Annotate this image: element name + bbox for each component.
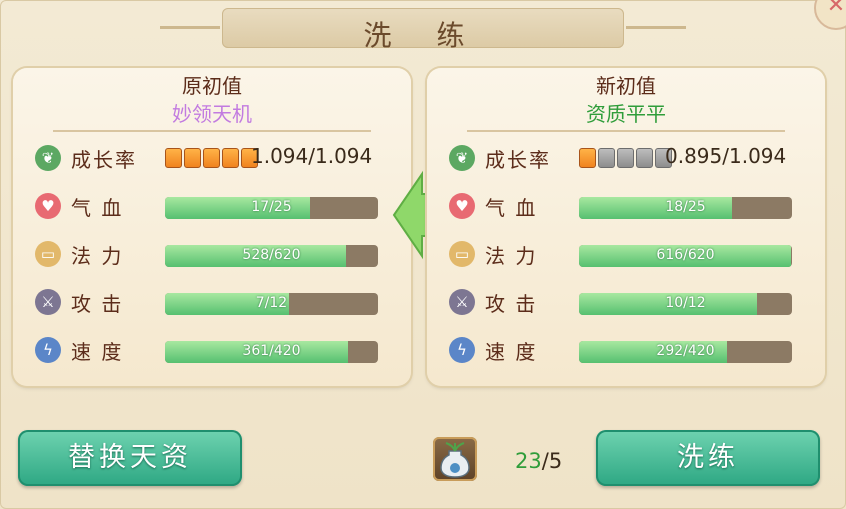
stat-label: 速 度 — [71, 340, 124, 364]
growth-pip-empty — [617, 148, 634, 168]
growth-pip-filled — [222, 148, 239, 168]
stat-bar: 10/12 — [579, 293, 792, 315]
stat-row-hp: ♥ 气 血 17/25 — [35, 192, 395, 222]
stat-bar: 616/620 — [579, 245, 792, 267]
panel-subtitle: 妙领天机 — [172, 102, 252, 126]
lightning-icon: ϟ — [35, 337, 61, 363]
growth-row: ❦ 成长率 1.094/1.094 — [35, 144, 395, 174]
title-plate: 洗 练 — [160, 8, 686, 52]
stat-value: 10/12 — [665, 295, 706, 311]
divider — [53, 130, 371, 132]
scroll-icon: ▭ — [35, 241, 61, 267]
count-separator: / — [541, 449, 549, 473]
stat-label: 气 血 — [485, 196, 538, 220]
stat-row-mp: ▭ 法 力 616/620 — [449, 240, 809, 270]
stat-value: 17/25 — [251, 199, 292, 215]
material-count: 23/5 — [515, 449, 562, 473]
stat-row-atk: ⚔ 攻 击 10/12 — [449, 288, 809, 318]
growth-pip-filled — [579, 148, 596, 168]
divider — [467, 130, 785, 132]
growth-label: 成长率 — [71, 148, 137, 172]
stat-label: 法 力 — [485, 244, 538, 268]
stat-value: 616/620 — [656, 247, 715, 263]
growth-pip-filled — [203, 148, 220, 168]
stat-row-mp: ▭ 法 力 528/620 — [35, 240, 395, 270]
stat-value: 361/420 — [242, 343, 301, 359]
stat-label: 攻 击 — [71, 292, 124, 316]
heart-icon: ♥ — [35, 193, 61, 219]
stat-label: 攻 击 — [485, 292, 538, 316]
original-values-panel: 原初值 妙领天机 ❦ 成长率 1.094/1.094 ♥ 气 血 17/25 ▭… — [13, 68, 411, 386]
stat-bar: 18/25 — [579, 197, 792, 219]
new-values-panel: 新初值 资质平平 ❦ 成长率 0.895/1.094 ♥ 气 血 18/25 ▭… — [427, 68, 825, 386]
material-have: 23 — [515, 449, 542, 473]
growth-pip-filled — [184, 148, 201, 168]
heart-icon: ♥ — [449, 193, 475, 219]
stat-label: 气 血 — [71, 196, 124, 220]
growth-pip-empty — [636, 148, 653, 168]
dialog-title: 洗 练 — [363, 19, 483, 52]
stat-bar: 17/25 — [165, 197, 378, 219]
stat-value: 18/25 — [665, 199, 706, 215]
growth-label: 成长率 — [485, 148, 551, 172]
stat-row-spd: ϟ 速 度 361/420 — [35, 336, 395, 366]
panel-subtitle: 资质平平 — [586, 102, 666, 126]
stat-bar: 7/12 — [165, 293, 378, 315]
replace-talent-button[interactable]: 替换天资 — [18, 430, 242, 486]
refine-button[interactable]: 洗练 — [596, 430, 820, 486]
stat-row-hp: ♥ 气 血 18/25 — [449, 192, 809, 222]
stat-label: 法 力 — [71, 244, 124, 268]
growth-row: ❦ 成长率 0.895/1.094 — [449, 144, 809, 174]
stat-label: 速 度 — [485, 340, 538, 364]
growth-value: 0.895/1.094 — [665, 144, 787, 168]
stat-value: 7/12 — [255, 295, 288, 311]
growth-pip-empty — [598, 148, 615, 168]
panel-title: 新初值 — [596, 74, 656, 98]
stat-row-atk: ⚔ 攻 击 7/12 — [35, 288, 395, 318]
scroll-icon: ▭ — [449, 241, 475, 267]
growth-pip-filled — [165, 148, 182, 168]
stat-value: 292/420 — [656, 343, 715, 359]
sword-icon: ⚔ — [449, 289, 475, 315]
sprout-icon: ❦ — [449, 145, 475, 171]
lightning-icon: ϟ — [449, 337, 475, 363]
stat-bar: 361/420 — [165, 341, 378, 363]
sword-icon: ⚔ — [35, 289, 61, 315]
material-need: 5 — [548, 449, 563, 473]
growth-stars — [165, 148, 260, 170]
growth-value: 1.094/1.094 — [251, 144, 373, 168]
potion-vase-icon[interactable] — [433, 437, 477, 481]
growth-stars — [579, 148, 674, 170]
sprout-icon: ❦ — [35, 145, 61, 171]
panel-title: 原初值 — [182, 74, 242, 98]
stat-row-spd: ϟ 速 度 292/420 — [449, 336, 809, 366]
stat-bar: 528/620 — [165, 245, 378, 267]
stat-bar: 292/420 — [579, 341, 792, 363]
stat-value: 528/620 — [242, 247, 301, 263]
